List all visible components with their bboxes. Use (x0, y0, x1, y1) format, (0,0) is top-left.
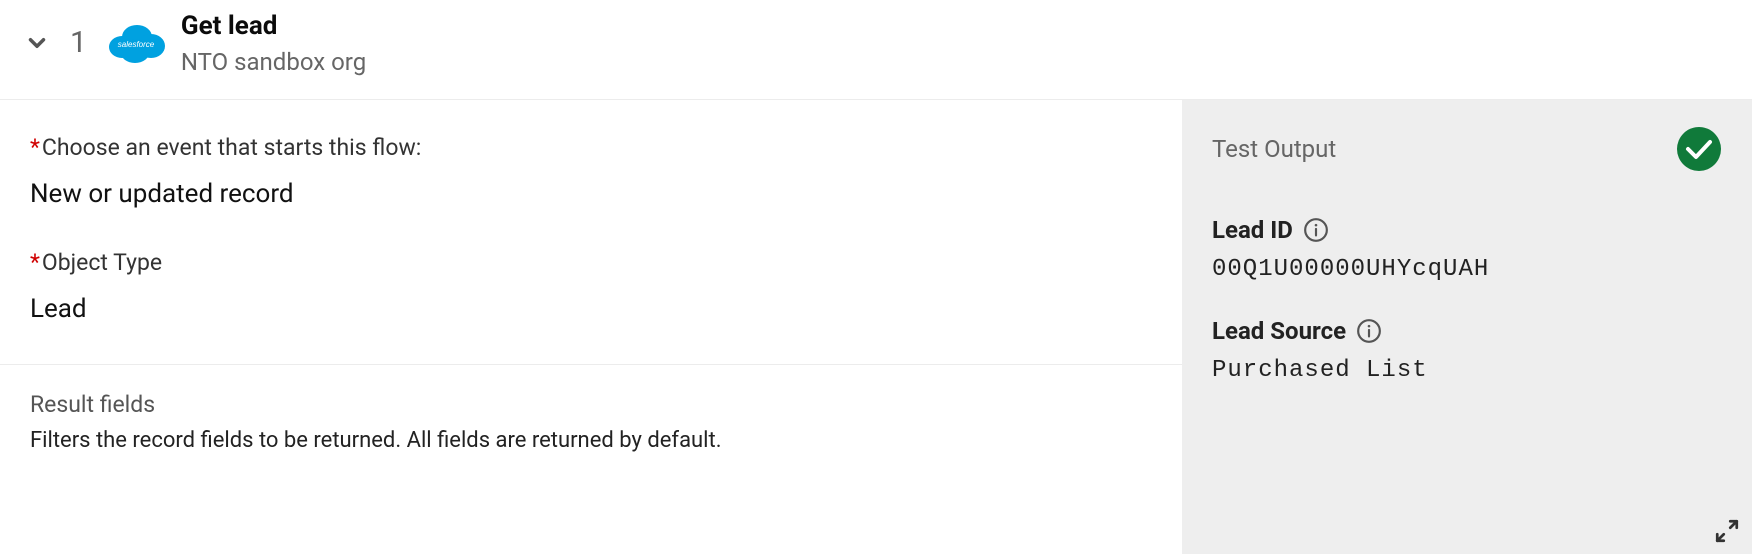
output-lead-id: Lead ID 00Q1U00000UHYcqUAH (1212, 216, 1722, 283)
required-marker: * (30, 134, 40, 161)
output-lead-id-label: Lead ID (1212, 216, 1293, 244)
output-lead-id-value: 00Q1U00000UHYcqUAH (1212, 256, 1722, 283)
object-type-label: *Object Type (30, 249, 1152, 276)
event-label: *Choose an event that starts this flow: (30, 134, 1152, 161)
step-title: Get lead (181, 10, 366, 43)
event-value[interactable]: New or updated record (30, 179, 1152, 209)
main-panel: *Choose an event that starts this flow: … (0, 100, 1182, 554)
output-lead-source-label: Lead Source (1212, 317, 1346, 345)
test-output-title: Test Output (1212, 135, 1336, 163)
salesforce-icon: salesforce (105, 21, 167, 65)
result-fields-description: Filters the record fields to be returned… (30, 428, 1152, 453)
test-output-header: Test Output (1212, 126, 1722, 172)
output-lead-source: Lead Source Purchased List (1212, 317, 1722, 384)
success-check-icon (1676, 126, 1722, 172)
info-icon[interactable] (1303, 217, 1329, 243)
object-type-field: *Object Type Lead (30, 249, 1152, 324)
expand-icon[interactable] (1714, 518, 1740, 544)
required-marker: * (30, 249, 40, 276)
result-fields-title: Result fields (30, 391, 1152, 418)
result-section: Result fields Filters the record fields … (0, 365, 1182, 453)
step-title-block: Get lead NTO sandbox org (181, 10, 366, 77)
info-icon[interactable] (1356, 318, 1382, 344)
object-type-value[interactable]: Lead (30, 294, 1152, 324)
step-header: 1 salesforce Get lead NTO sandbox org (0, 0, 1752, 100)
svg-text:salesforce: salesforce (118, 40, 155, 49)
test-output-panel: Test Output Lead ID 00Q1U00000UHYcqUAH L… (1182, 100, 1752, 554)
event-field: *Choose an event that starts this flow: … (30, 134, 1152, 209)
form-section: *Choose an event that starts this flow: … (0, 100, 1182, 365)
chevron-down-icon[interactable] (24, 30, 50, 56)
body: *Choose an event that starts this flow: … (0, 100, 1752, 554)
step-subtitle: NTO sandbox org (181, 47, 366, 77)
output-lead-source-value: Purchased List (1212, 357, 1722, 384)
step-number: 1 (70, 28, 87, 58)
